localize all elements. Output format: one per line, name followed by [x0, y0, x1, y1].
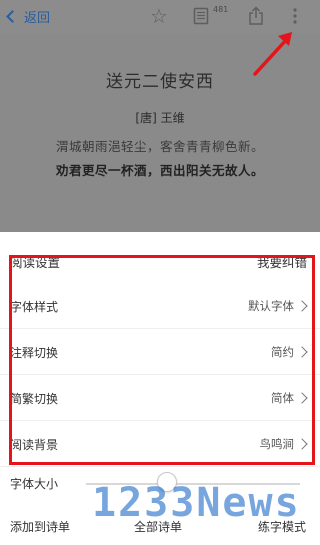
back-label: 返回 — [24, 10, 51, 26]
red-arrow-annotation — [253, 32, 292, 76]
poem-line: 劝君更尽一杯酒，西出阳关无故人。 — [55, 163, 264, 178]
poem-author: [唐] 王维 — [135, 111, 185, 125]
back-button[interactable]: 返回 — [6, 6, 51, 26]
red-highlight-box — [9, 255, 315, 465]
notes-count-badge: 481 — [213, 5, 229, 14]
star-icon[interactable]: ☆ — [148, 5, 170, 27]
poem-content: 送元二使安西 [唐] 王维 渭城朝雨浥轻尘，客舍青青柳色新。 劝君更尽一杯酒，西… — [0, 70, 320, 183]
poem-line: 渭城朝雨浥轻尘，客舍青青柳色新。 — [55, 139, 264, 154]
add-to-poem-list-button[interactable]: 添加到诗单 — [10, 518, 70, 535]
more-vertical-icon[interactable] — [284, 5, 306, 27]
font-size-label: 字体大小 — [10, 477, 59, 491]
share-icon[interactable] — [245, 5, 267, 27]
chevron-left-icon — [6, 10, 19, 23]
notes-icon[interactable] — [190, 5, 212, 27]
reading-page-overlay: 返回 ☆ 481 送元二使安西 [唐] 王维 渭城朝雨浥轻尘，客舍青青柳色新。 … — [0, 0, 320, 232]
site-watermark: 1233News — [92, 480, 301, 526]
